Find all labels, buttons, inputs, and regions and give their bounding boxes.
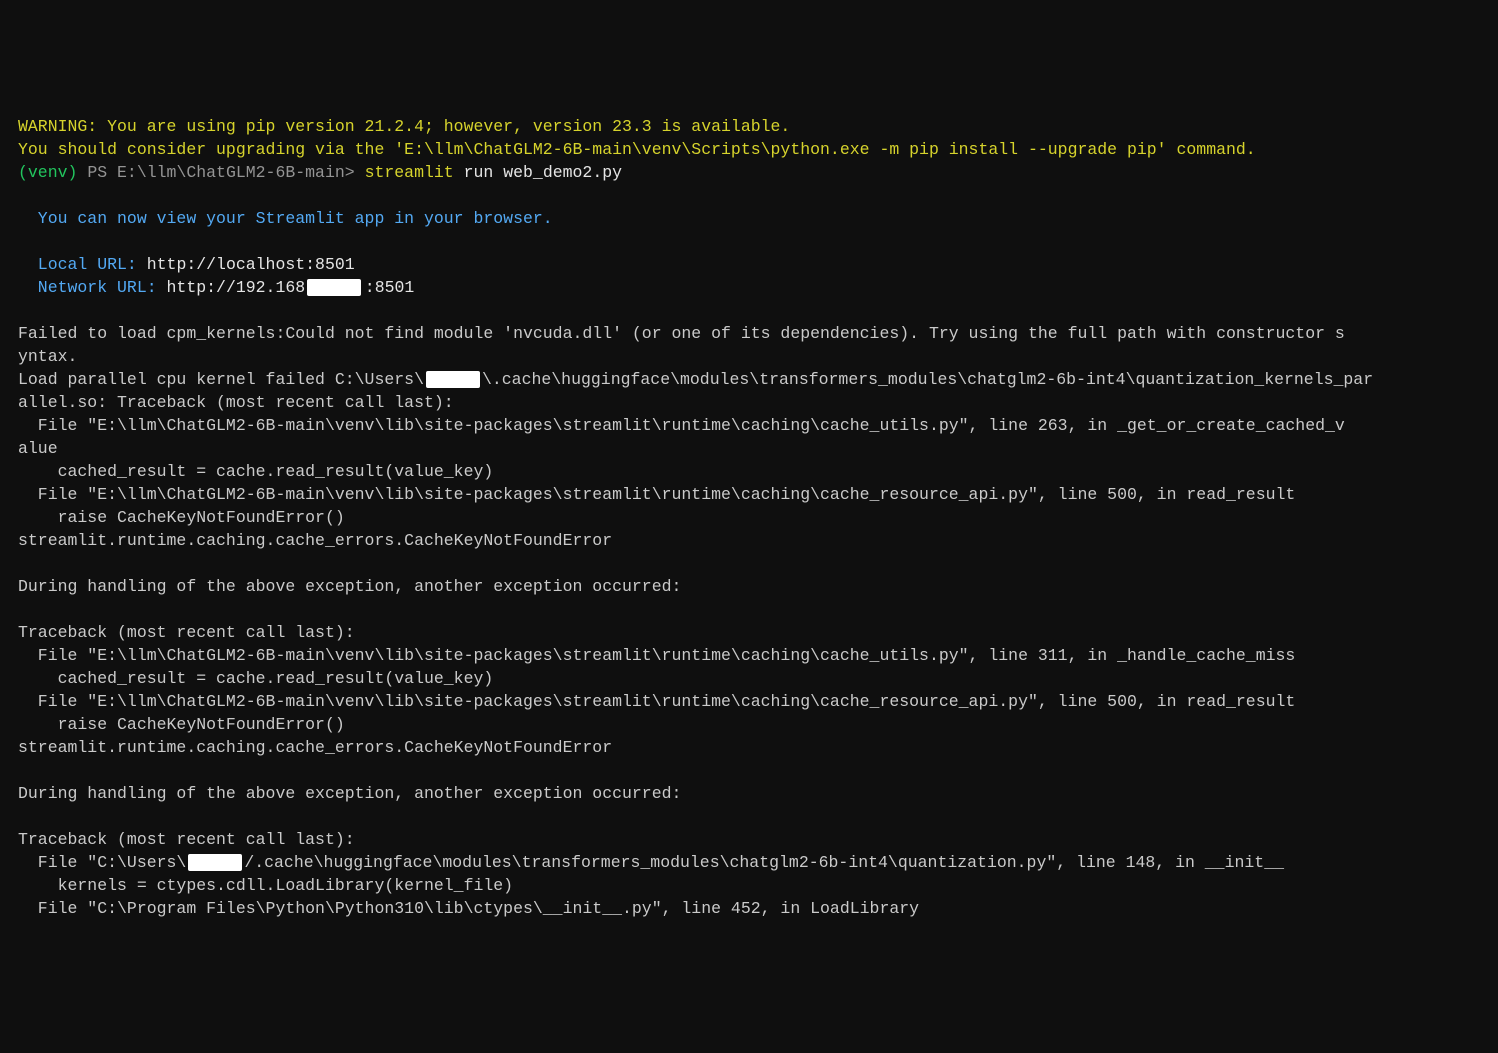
error-line: \.cache\huggingface\modules\transformers… <box>482 370 1373 389</box>
error-line: File "C:\Users\ <box>18 853 186 872</box>
error-line: raise CacheKeyNotFoundError() <box>18 715 345 734</box>
error-line: Traceback (most recent call last): <box>18 830 355 849</box>
redacted-user <box>426 371 480 388</box>
error-line: File "C:\Program Files\Python\Python310\… <box>18 899 919 918</box>
network-url-label: Network URL: <box>18 278 167 297</box>
error-line: yntax. <box>18 347 77 366</box>
error-line: During handling of the above exception, … <box>18 577 681 596</box>
redacted-ip <box>307 279 361 296</box>
error-line: File "E:\llm\ChatGLM2-6B-main\venv\lib\s… <box>18 692 1295 711</box>
pip-warning-line1: WARNING: You are using pip version 21.2.… <box>18 117 790 136</box>
error-line: streamlit.runtime.caching.cache_errors.C… <box>18 738 612 757</box>
local-url-label: Local URL: <box>18 255 147 274</box>
error-line: streamlit.runtime.caching.cache_errors.C… <box>18 531 612 550</box>
error-line: Failed to load cpm_kernels:Could not fin… <box>18 324 1345 343</box>
error-line: File "E:\llm\ChatGLM2-6B-main\venv\lib\s… <box>18 485 1295 504</box>
error-line: kernels = ctypes.cdll.LoadLibrary(kernel… <box>18 876 513 895</box>
error-line: cached_result = cache.read_result(value_… <box>18 669 493 688</box>
error-line: File "E:\llm\ChatGLM2-6B-main\venv\lib\s… <box>18 416 1345 435</box>
command-name: streamlit <box>365 163 454 182</box>
network-url-suffix: :8501 <box>365 278 415 297</box>
error-line: File "E:\llm\ChatGLM2-6B-main\venv\lib\s… <box>18 646 1295 665</box>
pip-warning-line2: You should consider upgrading via the 'E… <box>18 140 1256 159</box>
error-line: raise CacheKeyNotFoundError() <box>18 508 345 527</box>
command-args: run web_demo2.py <box>454 163 622 182</box>
network-url-prefix: http://192.168 <box>167 278 306 297</box>
venv-indicator: (venv) <box>18 163 77 182</box>
terminal-output[interactable]: WARNING: You are using pip version 21.2.… <box>0 115 1498 938</box>
error-line: During handling of the above exception, … <box>18 784 681 803</box>
ps-path: PS E:\llm\ChatGLM2-6B-main> <box>77 163 364 182</box>
error-line: /.cache\huggingface\modules\transformers… <box>244 853 1284 872</box>
streamlit-message: You can now view your Streamlit app in y… <box>18 209 553 228</box>
error-line: allel.so: Traceback (most recent call la… <box>18 393 454 412</box>
local-url[interactable]: http://localhost:8501 <box>147 255 355 274</box>
error-line: alue <box>18 439 58 458</box>
redacted-user <box>188 854 242 871</box>
error-line: Traceback (most recent call last): <box>18 623 355 642</box>
error-line: cached_result = cache.read_result(value_… <box>18 462 493 481</box>
error-line: Load parallel cpu kernel failed C:\Users… <box>18 370 424 389</box>
